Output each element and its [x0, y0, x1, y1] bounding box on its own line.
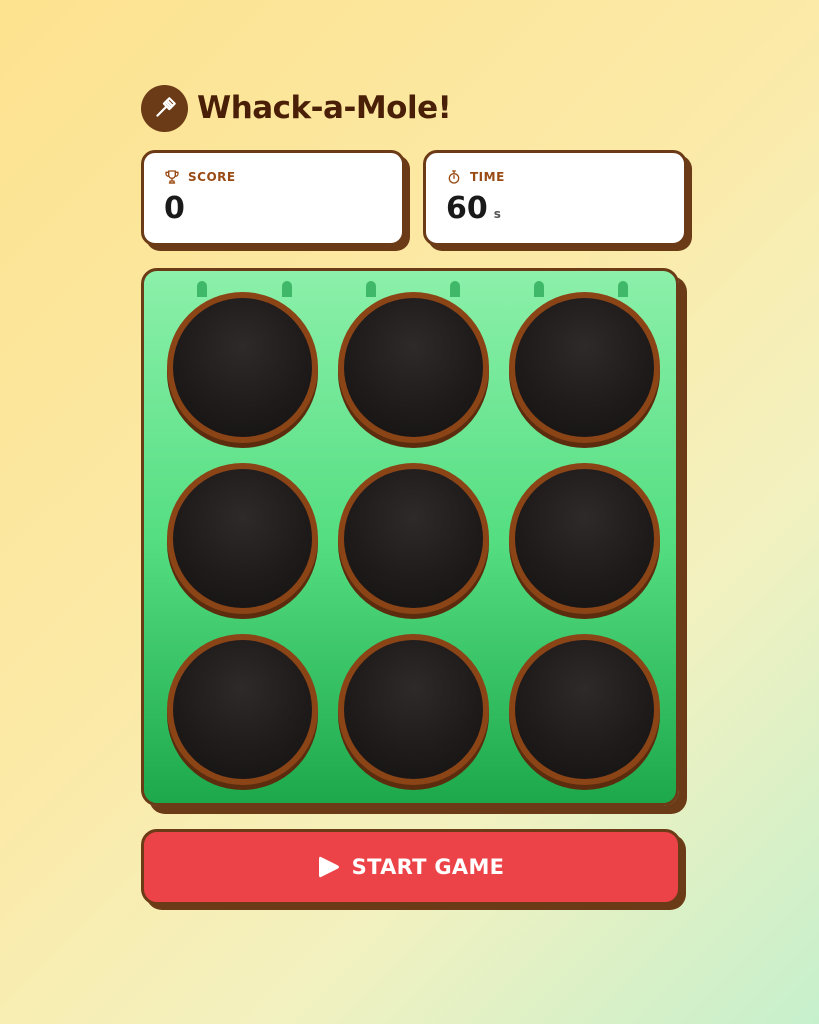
score-value: 0: [164, 191, 185, 226]
hole-9[interactable]: [509, 634, 660, 785]
hole-pit: [515, 640, 654, 779]
time-card: TIME 60 s: [423, 150, 687, 246]
hole-6[interactable]: [509, 463, 660, 614]
score-value-row: 0: [164, 191, 402, 226]
hole-pit: [173, 640, 312, 779]
play-icon: [318, 856, 339, 878]
start-game-button[interactable]: START GAME: [141, 829, 681, 905]
header: Whack-a-Mole!: [141, 84, 687, 132]
score-card: SCORE 0: [141, 150, 405, 246]
hole-7[interactable]: [167, 634, 318, 785]
hole-rim: [509, 463, 660, 614]
game-app: Whack-a-Mole! SCORE 0 TIME 60 s START GA…: [141, 84, 687, 905]
time-label: TIME: [470, 170, 505, 184]
score-label-row: SCORE: [164, 167, 402, 187]
hole-pit: [515, 469, 654, 608]
hole-grid: [167, 292, 660, 785]
hole-rim: [338, 634, 489, 785]
time-value: 60: [446, 191, 488, 226]
hole-pit: [344, 640, 483, 779]
hole-rim: [509, 292, 660, 443]
start-game-label: START GAME: [351, 855, 505, 879]
hole-8[interactable]: [338, 634, 489, 785]
page-title: Whack-a-Mole!: [197, 90, 452, 126]
hole-rim: [338, 292, 489, 443]
hole-rim: [509, 634, 660, 785]
hammer-icon: [141, 84, 188, 132]
trophy-icon: [165, 170, 179, 184]
hole-pit: [344, 298, 483, 437]
time-label-row: TIME: [446, 167, 684, 187]
stopwatch-icon: [448, 170, 460, 184]
hole-rim: [167, 463, 318, 614]
score-label: SCORE: [188, 170, 236, 184]
hole-pit: [173, 298, 312, 437]
time-value-row: 60 s: [446, 191, 684, 226]
hole-rim: [167, 634, 318, 785]
stats-panel: SCORE 0 TIME 60 s: [141, 150, 687, 246]
hole-4[interactable]: [167, 463, 318, 614]
hole-rim: [338, 463, 489, 614]
hole-pit: [344, 469, 483, 608]
game-board: [141, 268, 679, 806]
hole-2[interactable]: [338, 292, 489, 443]
hole-pit: [173, 469, 312, 608]
hole-5[interactable]: [338, 463, 489, 614]
time-unit: s: [493, 207, 501, 221]
hole-rim: [167, 292, 318, 443]
hole-3[interactable]: [509, 292, 660, 443]
hole-pit: [515, 298, 654, 437]
hole-1[interactable]: [167, 292, 318, 443]
